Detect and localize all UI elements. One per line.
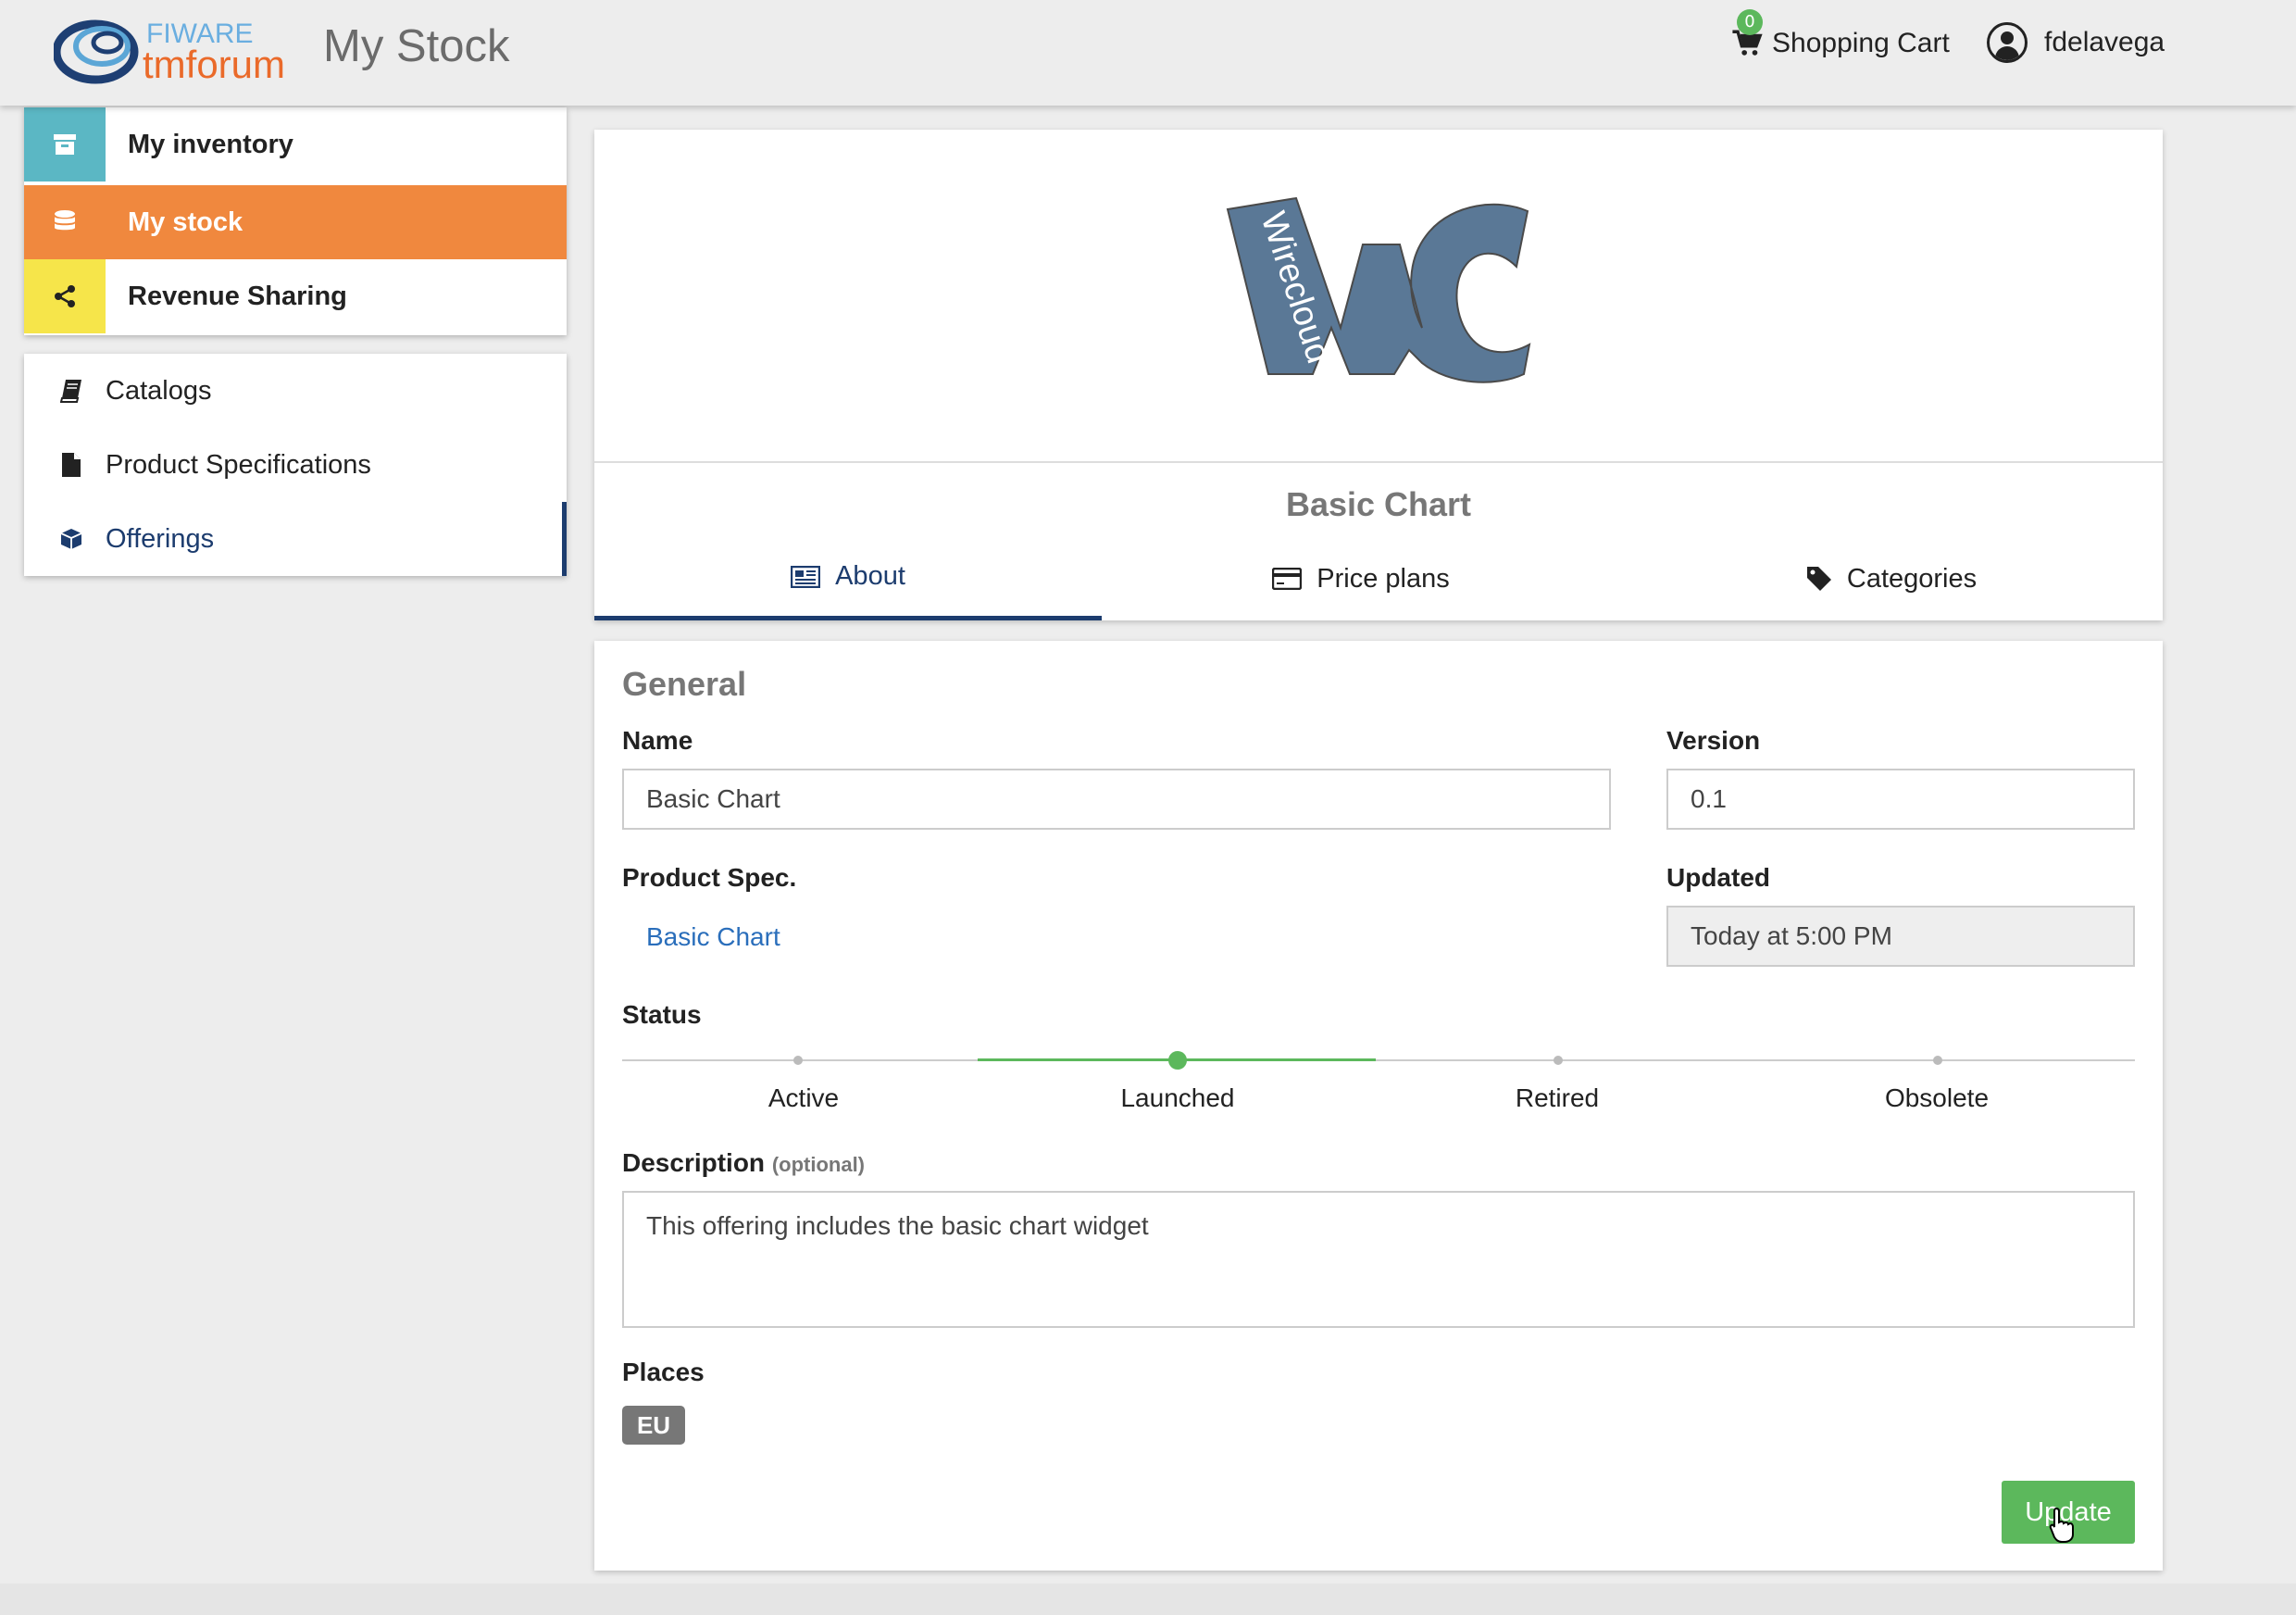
status-option-retired[interactable]: Retired: [1446, 1083, 1668, 1113]
hand-cursor-icon: [2049, 1507, 2074, 1543]
description-label-text: Description: [622, 1148, 766, 1177]
status-dot-launched[interactable]: [1168, 1051, 1187, 1070]
status-option-launched[interactable]: Launched: [1067, 1083, 1289, 1113]
sidebar-item-label: Revenue Sharing: [128, 281, 347, 311]
sidebar-item-label: My stock: [128, 207, 243, 237]
tab-label: About: [835, 561, 905, 591]
book-icon: [56, 379, 87, 403]
tab-price-plans[interactable]: Price plans: [1102, 537, 1620, 620]
sidebar-item-revenue-sharing[interactable]: Revenue Sharing: [24, 259, 567, 333]
sidebar-primary-menu: My inventory My stock Revenue Sharing: [24, 107, 567, 335]
status-option-obsolete[interactable]: Obsolete: [1826, 1083, 2048, 1113]
updated-label: Updated: [1666, 863, 1770, 892]
active-item-indicator: [562, 502, 567, 576]
logo-tmforum-text: tmforum: [143, 43, 285, 86]
version-input[interactable]: [1666, 769, 2135, 830]
name-label: Name: [622, 726, 693, 755]
sidebar-item-label: Catalogs: [106, 375, 212, 406]
general-form-card: General Name Version Product Spec. Basic…: [594, 641, 2163, 1571]
cart-count-badge: 0: [1737, 9, 1763, 35]
version-label: Version: [1666, 726, 1761, 755]
user-avatar-icon: [1987, 22, 2028, 63]
product-header-card: Wirecloud Basic Chart About Price plans …: [594, 130, 2163, 620]
tab-categories[interactable]: Categories: [1620, 537, 2163, 620]
username: fdelavega: [2044, 27, 2165, 57]
credit-card-icon: [1272, 568, 1303, 590]
product-spec-link[interactable]: Basic Chart: [646, 922, 780, 952]
sidebar-secondary-menu: Catalogs Product Specifications Offering…: [24, 354, 567, 576]
product-title: Basic Chart: [1285, 485, 1472, 523]
sidebar-item-catalogs[interactable]: Catalogs: [56, 354, 211, 428]
file-icon: [56, 452, 87, 478]
product-spec-label: Product Spec.: [622, 863, 797, 892]
footer-strip: [0, 1584, 2296, 1615]
page-title: My Stock: [323, 21, 510, 71]
cube-icon: [56, 527, 87, 551]
sidebar-item-label: Product Specifications: [106, 449, 371, 480]
places-label: Places: [622, 1358, 705, 1386]
wirecloud-logo: Wirecloud: [1226, 196, 1531, 383]
top-navbar: FIWARE tmforum My Stock 0 Shopping Cart …: [0, 0, 2296, 106]
newspaper-icon: [791, 565, 821, 588]
archive-icon: [24, 107, 106, 182]
status-dot-active[interactable]: [793, 1056, 803, 1065]
tab-about[interactable]: About: [594, 537, 1102, 620]
status-dot-obsolete[interactable]: [1933, 1056, 1942, 1065]
fiware-tmforum-logo[interactable]: FIWARE tmforum: [52, 13, 304, 87]
database-icon: [24, 185, 106, 259]
status-label: Status: [622, 1000, 702, 1029]
updated-field: [1666, 906, 2135, 967]
section-title: General: [622, 665, 747, 703]
status-track: [622, 1059, 2135, 1061]
tab-label: Price plans: [1316, 563, 1450, 594]
product-image-area: Wirecloud: [594, 130, 2163, 463]
tag-icon: [1806, 567, 1831, 591]
sidebar-item-product-specifications[interactable]: Product Specifications: [56, 428, 371, 502]
description-textarea[interactable]: This offering includes the basic chart w…: [622, 1191, 2135, 1328]
sidebar-item-label: Offerings: [106, 523, 215, 554]
sidebar-item-label: My inventory: [128, 129, 293, 159]
cart-label: Shopping Cart: [1772, 28, 1950, 58]
status-dot-retired[interactable]: [1554, 1056, 1563, 1065]
shopping-cart-button[interactable]: 0 Shopping Cart: [1731, 9, 1950, 59]
place-badge[interactable]: EU: [622, 1406, 685, 1445]
status-option-active[interactable]: Active: [693, 1083, 915, 1113]
sidebar-item-offerings[interactable]: Offerings: [56, 502, 214, 576]
description-label: Description (optional): [622, 1148, 865, 1178]
sidebar-item-my-stock[interactable]: My stock: [24, 185, 567, 259]
tab-label: Categories: [1846, 563, 1978, 594]
sidebar-item-my-inventory[interactable]: My inventory: [24, 107, 567, 182]
name-input[interactable]: [622, 769, 1611, 830]
optional-hint: (optional): [771, 1153, 866, 1176]
user-menu[interactable]: fdelavega: [1987, 22, 2165, 63]
share-icon: [24, 259, 106, 333]
